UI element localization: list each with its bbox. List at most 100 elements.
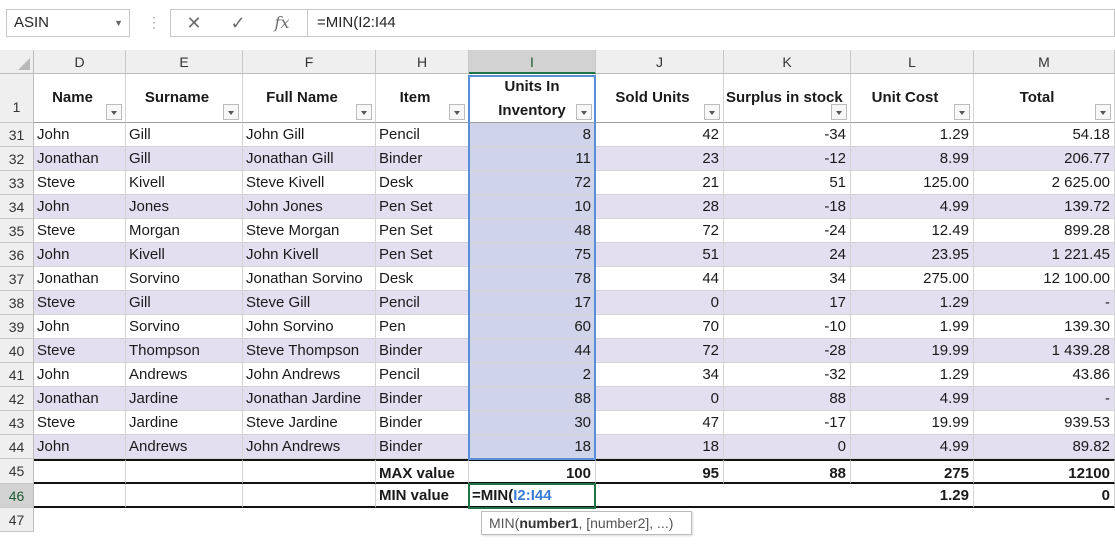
table-cell[interactable]: 275 — [851, 459, 974, 484]
formula-input[interactable]: =MIN(I2:I44 — [308, 9, 1115, 37]
table-cell[interactable] — [34, 459, 126, 484]
column-header-m[interactable]: M — [974, 50, 1115, 74]
table-cell[interactable]: Desk — [376, 171, 469, 195]
table-cell[interactable]: 89.82 — [974, 435, 1115, 459]
table-cell[interactable]: Jardine — [126, 387, 243, 411]
table-cell[interactable]: Steve — [34, 339, 126, 363]
table-cell[interactable]: Andrews — [126, 363, 243, 387]
table-cell[interactable] — [596, 484, 724, 508]
table-cell[interactable]: Jonathan — [34, 147, 126, 171]
table-cell[interactable]: 1.29 — [851, 291, 974, 315]
row-header[interactable]: 36 — [0, 243, 34, 267]
insert-function-icon[interactable]: fx — [267, 10, 297, 36]
row-header[interactable]: 38 — [0, 291, 34, 315]
table-cell[interactable]: Morgan — [126, 219, 243, 243]
table-cell[interactable]: 1 221.45 — [974, 243, 1115, 267]
table-cell[interactable]: 0 — [974, 484, 1115, 508]
table-cell[interactable]: 0 — [596, 291, 724, 315]
column-header-l[interactable]: L — [851, 50, 974, 74]
table-cell[interactable]: 1.29 — [851, 484, 974, 508]
table-cell[interactable]: 18 — [596, 435, 724, 459]
table-cell[interactable]: 88 — [724, 459, 851, 484]
table-cell[interactable]: John — [34, 123, 126, 147]
table-cell[interactable]: John — [34, 195, 126, 219]
column-header-d[interactable]: D — [34, 50, 126, 74]
table-cell[interactable]: John — [34, 315, 126, 339]
filter-dropdown-icon[interactable] — [106, 104, 122, 120]
table-cell[interactable]: 206.77 — [974, 147, 1115, 171]
table-cell[interactable]: 30 — [469, 411, 596, 435]
table-cell[interactable]: 19.99 — [851, 411, 974, 435]
table-cell[interactable] — [126, 459, 243, 484]
filter-dropdown-icon[interactable] — [704, 104, 720, 120]
row-header[interactable]: 41 — [0, 363, 34, 387]
column-header-i[interactable]: I — [469, 50, 596, 74]
table-cell[interactable] — [243, 484, 376, 508]
table-cell[interactable]: 24 — [724, 243, 851, 267]
table-cell[interactable]: Jonathan Sorvino — [243, 267, 376, 291]
row-header[interactable]: 47 — [0, 508, 34, 532]
table-cell[interactable]: -34 — [724, 123, 851, 147]
column-header-f[interactable]: F — [243, 50, 376, 74]
table-cell[interactable]: Binder — [376, 147, 469, 171]
table-cell[interactable]: 1.99 — [851, 315, 974, 339]
table-cell[interactable]: John — [34, 435, 126, 459]
table-cell[interactable]: 72 — [596, 219, 724, 243]
table-cell[interactable]: 34 — [596, 363, 724, 387]
table-cell[interactable]: 70 — [596, 315, 724, 339]
row-header[interactable]: 39 — [0, 315, 34, 339]
table-cell[interactable]: - — [974, 291, 1115, 315]
table-cell[interactable] — [724, 484, 851, 508]
filter-dropdown-icon[interactable] — [449, 104, 465, 120]
table-cell[interactable]: Jones — [126, 195, 243, 219]
table-cell[interactable]: Steve Morgan — [243, 219, 376, 243]
table-cell[interactable]: Sorvino — [126, 267, 243, 291]
table-cell[interactable]: 0 — [724, 435, 851, 459]
table-cell[interactable]: 10 — [469, 195, 596, 219]
row-header[interactable]: 33 — [0, 171, 34, 195]
table-cell[interactable]: - — [974, 387, 1115, 411]
table-cell[interactable]: Steve Jardine — [243, 411, 376, 435]
row-header[interactable]: 32 — [0, 147, 34, 171]
table-cell[interactable]: -17 — [724, 411, 851, 435]
table-cell[interactable]: Jonathan — [34, 267, 126, 291]
table-cell[interactable]: 88 — [469, 387, 596, 411]
filter-dropdown-icon[interactable] — [223, 104, 239, 120]
table-cell[interactable]: Jonathan Jardine — [243, 387, 376, 411]
table-cell[interactable]: 78 — [469, 267, 596, 291]
table-cell[interactable]: -28 — [724, 339, 851, 363]
row-header[interactable]: 42 — [0, 387, 34, 411]
table-cell[interactable]: Steve — [34, 219, 126, 243]
cancel-icon[interactable]: ✕ — [179, 10, 209, 36]
table-cell[interactable]: 44 — [596, 267, 724, 291]
table-cell[interactable]: John — [34, 363, 126, 387]
table-cell[interactable]: Pen Set — [376, 243, 469, 267]
row-header[interactable]: 37 — [0, 267, 34, 291]
table-cell[interactable]: -10 — [724, 315, 851, 339]
table-cell[interactable]: 54.18 — [974, 123, 1115, 147]
max-label[interactable]: MAX value — [376, 459, 469, 484]
table-cell[interactable]: 23 — [596, 147, 724, 171]
table-cell[interactable]: Binder — [376, 387, 469, 411]
table-cell[interactable]: John Sorvino — [243, 315, 376, 339]
table-cell[interactable]: Pen Set — [376, 219, 469, 243]
table-cell[interactable]: Pencil — [376, 363, 469, 387]
table-cell[interactable]: Steve Thompson — [243, 339, 376, 363]
column-header-e[interactable]: E — [126, 50, 243, 74]
row-header[interactable]: 45 — [0, 459, 34, 484]
table-cell[interactable]: 939.53 — [974, 411, 1115, 435]
table-cell[interactable]: 1.29 — [851, 123, 974, 147]
table-cell[interactable]: Kivell — [126, 243, 243, 267]
filter-dropdown-icon[interactable] — [356, 104, 372, 120]
table-cell[interactable]: 60 — [469, 315, 596, 339]
table-cell[interactable]: 8 — [469, 123, 596, 147]
table-cell[interactable]: John Andrews — [243, 435, 376, 459]
table-cell[interactable]: 75 — [469, 243, 596, 267]
table-cell[interactable]: 2 — [469, 363, 596, 387]
table-cell[interactable]: Thompson — [126, 339, 243, 363]
active-cell-editor[interactable]: =MIN(I2:I44 — [469, 484, 596, 508]
chevron-down-icon[interactable]: ▼ — [114, 10, 123, 36]
table-cell[interactable]: 17 — [469, 291, 596, 315]
table-cell[interactable]: Gill — [126, 291, 243, 315]
table-cell[interactable]: 34 — [724, 267, 851, 291]
